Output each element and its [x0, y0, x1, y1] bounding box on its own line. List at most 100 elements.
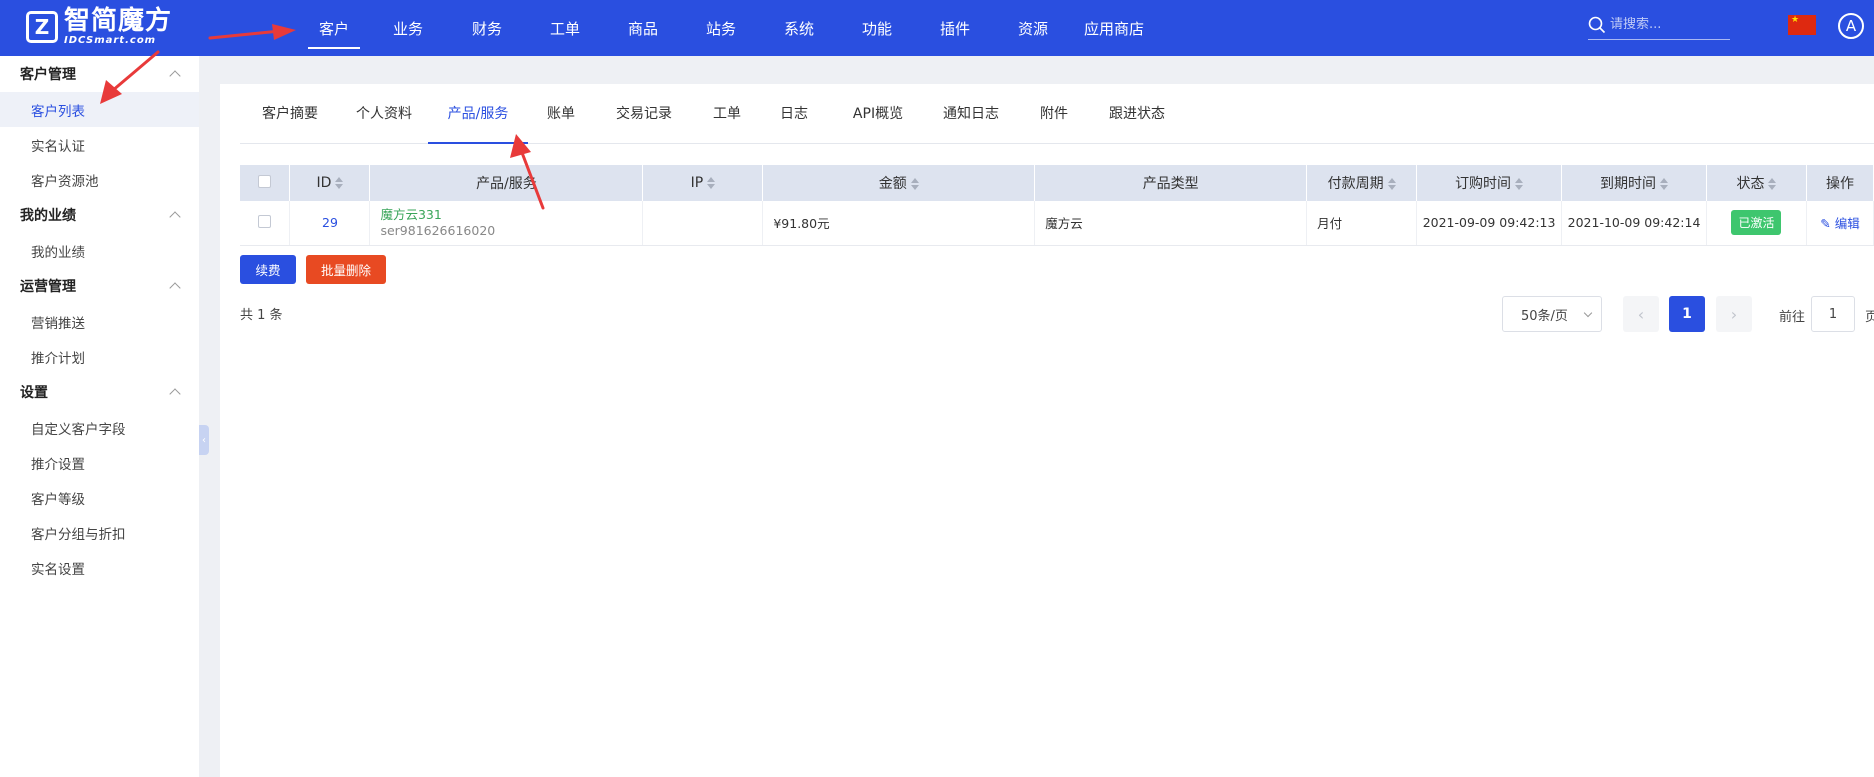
row-ip-cell [642, 201, 764, 246]
status-badge: 已激活 [1731, 210, 1782, 236]
sidebar-item-groups-discounts[interactable]: 客户分组与折扣 [0, 515, 199, 550]
sidebar-item-customer-pool[interactable]: 客户资源池 [0, 162, 199, 197]
table-header-row: ID 产品/服务 IP 金额 产品类型 付款周期 订购时间 到期时间 状态 操作 [240, 165, 1874, 201]
page-number-current[interactable]: 1 [1669, 296, 1705, 332]
sidebar-group-my-performance[interactable]: 我的业绩 [0, 197, 199, 233]
tab-invoices[interactable]: 账单 [528, 83, 594, 143]
sidebar-group-settings[interactable]: 设置 [0, 374, 199, 410]
main-content: 客户摘要 个人资料 产品/服务 账单 交易记录 工单 日志 API概览 通知日志… [220, 84, 1874, 777]
logo-subtitle: IDCSmart.com [64, 35, 157, 46]
search-box [1588, 10, 1730, 40]
tab-profile[interactable]: 个人资料 [340, 83, 428, 143]
column-header-order-time[interactable]: 订购时间 [1416, 165, 1563, 201]
logo[interactable]: Z 智简魔方 IDCSmart.com [26, 8, 172, 46]
table-row: 29 魔方云331 ser981626616020 ¥91.80元 魔方云 月付… [240, 201, 1874, 246]
tab-transactions[interactable]: 交易记录 [594, 83, 694, 143]
sort-icon[interactable] [1515, 178, 1524, 190]
sidebar-group-operations[interactable]: 运营管理 [0, 268, 199, 304]
products-table: ID 产品/服务 IP 金额 产品类型 付款周期 订购时间 到期时间 状态 操作… [240, 165, 1874, 246]
nav-item-features[interactable]: 功能 [838, 0, 916, 56]
sidebar-group-title: 设置 [20, 385, 48, 401]
sidebar: 客户管理 客户列表 实名认证 客户资源池 我的业绩 我的业绩 运营管理 营销推送… [0, 56, 199, 777]
tab-logs[interactable]: 日志 [760, 83, 828, 143]
search-icon [1588, 16, 1606, 33]
chevron-up-icon [169, 282, 181, 294]
sidebar-item-customer-level[interactable]: 客户等级 [0, 480, 199, 515]
sidebar-item-real-name-auth[interactable]: 实名认证 [0, 127, 199, 162]
next-page-button[interactable]: › [1716, 296, 1752, 332]
sidebar-item-referral-settings[interactable]: 推介设置 [0, 445, 199, 480]
goto-label: 前往 [1779, 310, 1806, 325]
china-flag-icon[interactable]: ★ [1788, 15, 1816, 35]
main-nav: 客户 业务 财务 工单 商品 站务 系统 功能 插件 资源 应用商店 [300, 0, 1156, 56]
edit-link[interactable]: ✎ 编辑 [1820, 216, 1859, 231]
row-id-cell: 29 [289, 201, 371, 246]
nav-item-app-store[interactable]: 应用商店 [1072, 0, 1156, 56]
sort-icon[interactable] [1768, 178, 1777, 190]
goto-page-input[interactable] [1811, 296, 1855, 332]
nav-item-finance[interactable]: 财务 [448, 0, 526, 56]
tab-bar: 客户摘要 个人资料 产品/服务 账单 交易记录 工单 日志 API概览 通知日志… [240, 84, 1874, 144]
nav-item-plugins[interactable]: 插件 [916, 0, 994, 56]
prev-page-button[interactable]: ‹ [1623, 296, 1659, 332]
sidebar-item-my-performance[interactable]: 我的业绩 [0, 233, 199, 268]
column-header-expire-time[interactable]: 到期时间 [1561, 165, 1707, 201]
search-input[interactable] [1610, 17, 1720, 32]
tab-notification-logs[interactable]: 通知日志 [928, 83, 1014, 143]
top-header: Z 智简魔方 IDCSmart.com 客户 业务 财务 工单 商品 站务 系统… [0, 0, 1874, 56]
goto-suffix: 页 [1865, 310, 1874, 325]
sort-icon[interactable] [910, 178, 919, 190]
sidebar-group-title: 运营管理 [20, 279, 76, 295]
sort-icon[interactable] [335, 177, 344, 189]
chevron-up-icon [169, 211, 181, 223]
column-header-cycle[interactable]: 付款周期 [1306, 165, 1418, 201]
tab-follow-up[interactable]: 跟进状态 [1094, 83, 1180, 143]
sidebar-group-title: 我的业绩 [20, 208, 76, 224]
nav-item-site[interactable]: 站务 [682, 0, 760, 56]
avatar[interactable]: A [1838, 13, 1864, 39]
sort-icon[interactable] [1387, 178, 1396, 190]
nav-item-customer[interactable]: 客户 [300, 0, 368, 56]
sidebar-group-customer-mgmt[interactable]: 客户管理 [0, 56, 199, 92]
row-product-cell: 魔方云331 ser981626616020 [369, 201, 644, 246]
chevron-up-icon [169, 70, 181, 82]
nav-item-ticket[interactable]: 工单 [526, 0, 604, 56]
tab-attachments[interactable]: 附件 [1014, 83, 1094, 143]
tab-api-overview[interactable]: API概览 [828, 83, 928, 143]
sidebar-item-referral-plan[interactable]: 推介计划 [0, 339, 199, 374]
column-header-status[interactable]: 状态 [1706, 165, 1807, 201]
sidebar-item-custom-fields[interactable]: 自定义客户字段 [0, 410, 199, 445]
select-all-checkbox[interactable] [258, 174, 272, 188]
tab-tickets[interactable]: 工单 [694, 83, 760, 143]
sidebar-item-real-name-settings[interactable]: 实名设置 [0, 550, 199, 585]
product-name-link[interactable]: 魔方云331 [380, 207, 642, 223]
nav-item-system[interactable]: 系统 [760, 0, 838, 56]
row-checkbox[interactable] [258, 214, 272, 228]
sort-icon[interactable] [1660, 178, 1669, 190]
sort-icon[interactable] [707, 177, 716, 189]
row-id-link[interactable]: 29 [322, 215, 338, 230]
row-select-cell [240, 201, 291, 246]
tab-customer-summary[interactable]: 客户摘要 [240, 83, 340, 143]
tab-products-services[interactable]: 产品/服务 [428, 83, 528, 144]
column-header-ip[interactable]: IP [642, 165, 764, 201]
column-header-id[interactable]: ID [289, 165, 371, 201]
page-size-select[interactable]: 50条/页 [1502, 296, 1602, 332]
nav-item-business[interactable]: 业务 [368, 0, 448, 56]
page-size-value: 50条/页 [1521, 308, 1568, 324]
chevron-left-icon: ‹ [202, 434, 206, 446]
batch-delete-button[interactable]: 批量删除 [306, 255, 386, 284]
column-header-amount[interactable]: 金额 [762, 165, 1036, 201]
column-header-action: 操作 [1806, 165, 1874, 201]
chevron-left-icon: ‹ [1637, 304, 1645, 324]
nav-item-resources[interactable]: 资源 [994, 0, 1072, 56]
sidebar-item-customer-list[interactable]: 客户列表 [0, 92, 199, 127]
row-action-cell: ✎ 编辑 [1806, 201, 1874, 246]
sidebar-collapse-handle[interactable]: ‹ [199, 425, 209, 455]
sidebar-item-marketing-push[interactable]: 营销推送 [0, 304, 199, 339]
nav-item-goods[interactable]: 商品 [604, 0, 682, 56]
product-hostname: ser981626616020 [380, 222, 496, 238]
total-count: 共 1 条 [240, 308, 283, 323]
renew-button[interactable]: 续费 [240, 255, 296, 284]
logo-icon: Z [26, 11, 58, 43]
